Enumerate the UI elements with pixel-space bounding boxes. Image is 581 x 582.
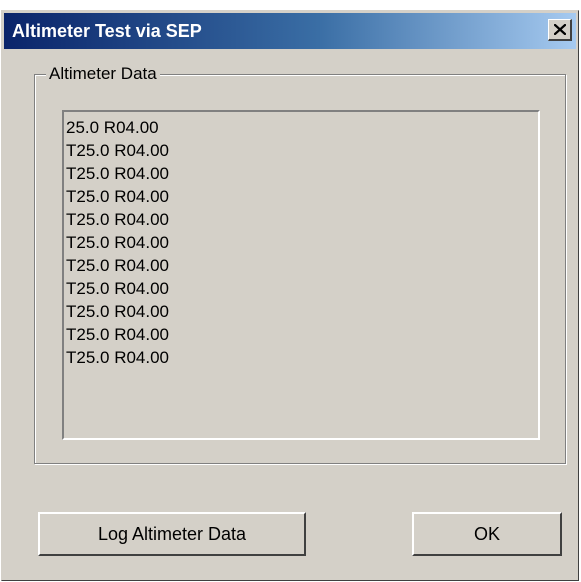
list-item: T25.0 R04.00 — [66, 302, 170, 321]
title-bar[interactable]: Altimeter Test via SEP — [4, 13, 576, 49]
window-title: Altimeter Test via SEP — [12, 21, 202, 41]
list-item: T25.0 R04.00 — [66, 233, 170, 252]
list-item: T25.0 R04.00 — [66, 325, 170, 344]
close-icon — [553, 24, 566, 35]
close-button[interactable] — [548, 19, 572, 41]
list-item: T25.0 R04.00 — [66, 141, 170, 160]
list-item: T25.0 R04.00 — [66, 210, 170, 229]
ok-button[interactable]: OK — [412, 512, 562, 556]
group-label: Altimeter Data — [46, 64, 160, 84]
list-item: T25.0 R04.00 — [66, 187, 170, 206]
list-item: T25.0 R04.00 — [66, 164, 170, 183]
list-item: T25.0 R04.00 — [66, 256, 170, 275]
altimeter-data-list[interactable]: 25.0 R04.00 T25.0 R04.00 T25.0 R04.00 T2… — [62, 110, 540, 440]
list-item: T25.0 R04.00 — [66, 279, 170, 298]
list-item: 25.0 R04.00 — [66, 118, 159, 137]
log-altimeter-data-button[interactable]: Log Altimeter Data — [38, 512, 306, 556]
list-item: T25.0 R04.00 — [66, 348, 170, 367]
